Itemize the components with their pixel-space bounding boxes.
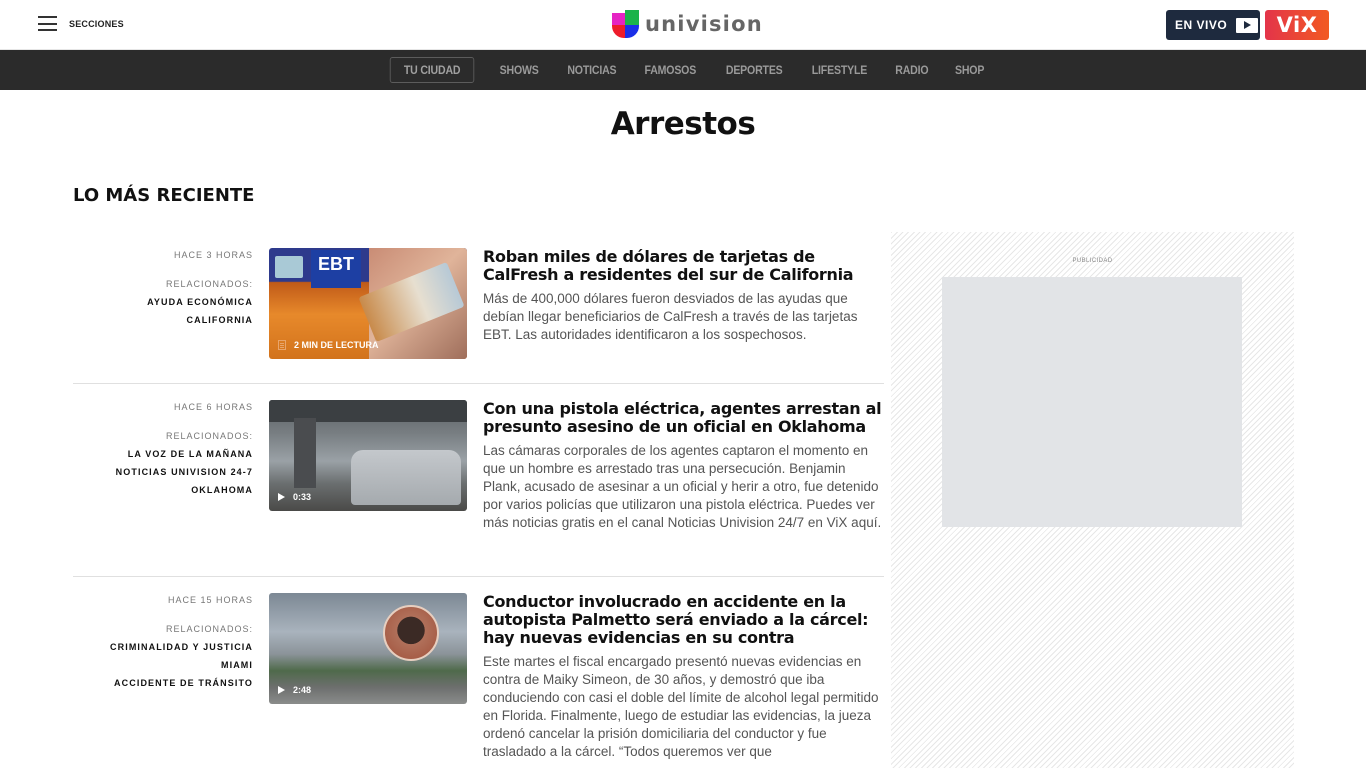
play-icon <box>278 493 285 501</box>
video-thumbnail[interactable]: 0:33 <box>269 400 467 511</box>
related-tag[interactable]: CRIMINALIDAD Y JUSTICIA <box>73 642 253 652</box>
related-label: RELACIONADOS: <box>165 624 253 634</box>
article-card: HACE 6 HORAS RELACIONADOS: LA VOZ DE LA … <box>73 400 884 560</box>
en-vivo-button[interactable]: EN VIVO <box>1166 10 1260 40</box>
univision-logo-icon <box>612 10 639 38</box>
inset-portrait <box>383 605 439 661</box>
sections-menu-label: SECCIONES <box>69 18 124 29</box>
article-summary: Este martes el fiscal encargado presentó… <box>483 654 879 759</box>
article-time: HACE 3 HORAS <box>173 250 253 260</box>
reading-time-text: 2 MIN DE LECTURA <box>294 340 379 350</box>
tv-play-icon <box>1236 17 1259 33</box>
article-headline[interactable]: Roban miles de dólares de tarjetas de Ca… <box>483 248 884 284</box>
main-nav: TU CIUDAD SHOWS NOTICIAS FAMOSOS DEPORTE… <box>0 50 1366 90</box>
article-headline[interactable]: Con una pistola eléctrica, agentes arres… <box>483 400 884 436</box>
article-thumbnail[interactable]: EBT 2 MIN DE LECTURA <box>269 248 467 359</box>
article-divider <box>73 576 884 577</box>
related-label: RELACIONADOS: <box>165 431 253 441</box>
reading-time-badge: 2 MIN DE LECTURA <box>278 340 379 350</box>
article-time: HACE 6 HORAS <box>173 402 253 412</box>
video-duration: 2:48 <box>293 685 312 695</box>
hamburger-icon <box>38 16 57 31</box>
article-headline[interactable]: Conductor involucrado en accidente en la… <box>483 593 884 647</box>
univision-logo[interactable]: univision <box>612 10 763 38</box>
nav-item-deportes[interactable]: DEPORTES <box>726 63 783 77</box>
article-summary: Las cámaras corporales de los agentes ca… <box>483 443 882 530</box>
nav-item-shop[interactable]: SHOP <box>955 63 984 77</box>
nav-item-famosos[interactable]: FAMOSOS <box>645 63 697 77</box>
page-title: Arrestos <box>610 106 756 142</box>
nav-item-lifestyle[interactable]: LIFESTYLE <box>812 63 868 77</box>
ad-slot[interactable] <box>942 277 1242 527</box>
ad-container: PUBLICIDAD <box>891 232 1294 768</box>
logo-text: univision <box>645 12 763 36</box>
video-thumbnail[interactable]: 2:48 <box>269 593 467 704</box>
play-icon <box>278 686 285 694</box>
video-duration-badge: 2:48 <box>278 685 311 695</box>
related-tag[interactable]: LA VOZ DE LA MAÑANA <box>73 449 253 459</box>
video-duration: 0:33 <box>293 492 312 502</box>
nav-item-tu-ciudad[interactable]: TU CIUDAD <box>389 57 475 83</box>
nav-item-noticias[interactable]: NOTICIAS <box>567 63 616 77</box>
related-tag[interactable]: ACCIDENTE DE TRÁNSITO <box>73 678 253 688</box>
article-card: HACE 15 HORAS RELACIONADOS: CRIMINALIDAD… <box>73 593 884 768</box>
article-meta: HACE 6 HORAS RELACIONADOS: LA VOZ DE LA … <box>73 400 253 495</box>
document-icon <box>278 340 286 350</box>
video-duration-badge: 0:33 <box>278 492 311 502</box>
ad-label: PUBLICIDAD <box>1072 258 1113 264</box>
article-meta: HACE 3 HORAS RELACIONADOS: AYUDA ECONÓMI… <box>73 248 253 325</box>
related-tag[interactable]: NOTICIAS UNIVISION 24-7 <box>73 467 253 477</box>
nav-item-shows[interactable]: SHOWS <box>500 63 539 77</box>
article-summary: Más de 400,000 dólares fueron desviados … <box>483 291 858 342</box>
article-time: HACE 15 HORAS <box>167 595 253 605</box>
related-tag[interactable]: CALIFORNIA <box>73 315 253 325</box>
related-label: RELACIONADOS: <box>165 279 253 289</box>
section-title: LO MÁS RECIENTE <box>73 185 255 206</box>
related-tag[interactable]: AYUDA ECONÓMICA <box>73 297 253 307</box>
article-divider <box>73 383 884 384</box>
article-card: HACE 3 HORAS RELACIONADOS: AYUDA ECONÓMI… <box>73 248 884 360</box>
related-tag[interactable]: OKLAHOMA <box>73 485 253 495</box>
article-meta: HACE 15 HORAS RELACIONADOS: CRIMINALIDAD… <box>73 593 253 688</box>
en-vivo-label: EN VIVO <box>1175 18 1228 32</box>
vix-button[interactable]: ViX <box>1265 10 1329 40</box>
top-header: SECCIONES univision EN VIVO ViX <box>0 0 1366 50</box>
nav-item-radio[interactable]: RADIO <box>895 63 928 77</box>
sections-menu-button[interactable]: SECCIONES <box>38 16 124 31</box>
related-tag[interactable]: MIAMI <box>73 660 253 670</box>
